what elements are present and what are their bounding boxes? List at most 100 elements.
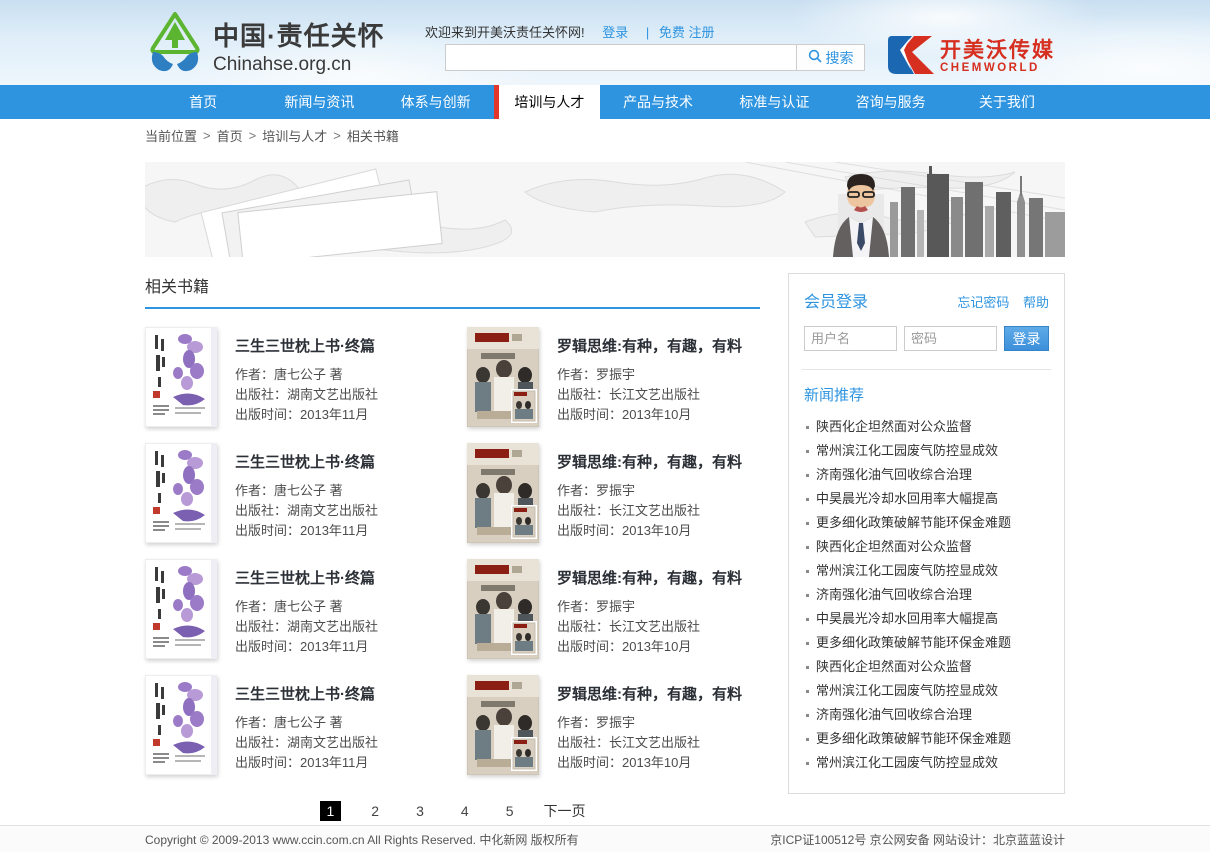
news-item[interactable]: 济南强化油气回收综合治理 xyxy=(804,583,1049,607)
book-cover-image[interactable] xyxy=(467,675,539,775)
book-title[interactable]: 罗辑思维:有种，有趣，有料 xyxy=(557,683,742,704)
book-item: 三生三世枕上书·终篇 作者：唐七公子 著 出版社：湖南文艺出版社 出版时间：20… xyxy=(145,327,467,427)
breadcrumb-training[interactable]: 培训与人才 xyxy=(262,126,327,145)
news-item[interactable]: 陕西化企坦然面对公众监督 xyxy=(804,415,1049,439)
book-date: 出版时间：2013年10月 xyxy=(557,405,742,425)
link-separator: | xyxy=(646,25,649,40)
pagination: 1 2 3 4 5 下一页 xyxy=(145,801,760,821)
news-item[interactable]: 陕西化企坦然面对公众监督 xyxy=(804,655,1049,679)
chemworld-logo[interactable]: 开美沃传媒 CHEMWORLD xyxy=(888,36,1055,79)
book-title[interactable]: 罗辑思维:有种，有趣，有料 xyxy=(557,451,742,472)
news-item[interactable]: 常州滨江化工园废气防控显成效 xyxy=(804,679,1049,703)
breadcrumb-books[interactable]: 相关书籍 xyxy=(347,126,399,145)
breadcrumb: 当前位置 > 首页 > 培训与人才 > 相关书籍 xyxy=(145,119,1065,152)
login-button[interactable]: 登录 xyxy=(1004,326,1049,351)
book-cover-image[interactable] xyxy=(467,327,539,427)
nav-item-standards[interactable]: 标准与认证 xyxy=(716,85,832,119)
site-logo[interactable]: 中国·责任关怀 Chinahse.org.cn xyxy=(147,12,385,79)
bullet-icon xyxy=(806,666,809,669)
book-item: 罗辑思维:有种，有趣，有料 作者：罗振宇 出版社：长江文艺出版社 出版时间：20… xyxy=(467,559,760,659)
book-cover-image[interactable] xyxy=(145,675,217,775)
book-title[interactable]: 罗辑思维:有种，有趣，有料 xyxy=(557,567,742,588)
forgot-password-link[interactable]: 忘记密码 xyxy=(957,295,1009,310)
nav-item-products[interactable]: 产品与技术 xyxy=(600,85,716,119)
page-5[interactable]: 5 xyxy=(499,801,521,821)
nav-item-news[interactable]: 新闻与资讯 xyxy=(261,85,377,119)
nav-item-training-active[interactable]: 培训与人才 xyxy=(494,85,600,119)
book-title[interactable]: 罗辑思维:有种，有趣，有料 xyxy=(557,335,742,356)
top-header: 中国·责任关怀 Chinahse.org.cn 欢迎来到开美沃责任关怀网! 登录… xyxy=(0,0,1210,85)
section-title: 相关书籍 xyxy=(145,273,760,307)
page-3[interactable]: 3 xyxy=(409,801,431,821)
news-item[interactable]: 常州滨江化工园废气防控显成效 xyxy=(804,439,1049,463)
book-publisher: 出版社：长江文艺出版社 xyxy=(557,501,742,521)
search-input[interactable] xyxy=(445,44,797,71)
book-date: 出版时间：2013年11月 xyxy=(235,405,378,425)
bullet-icon xyxy=(806,714,809,717)
book-author: 作者：罗振宇 xyxy=(557,365,742,385)
news-recommend-title: 新闻推荐 xyxy=(804,384,1049,405)
chemworld-name: 开美沃传媒 xyxy=(940,40,1055,61)
next-page-button[interactable]: 下一页 xyxy=(543,801,585,821)
news-item[interactable]: 更多细化政策破解节能环保金难题 xyxy=(804,631,1049,655)
welcome-text: 欢迎来到开美沃责任关怀网! xyxy=(425,25,585,40)
nav-item-consulting[interactable]: 咨询与服务 xyxy=(832,85,948,119)
book-title[interactable]: 三生三世枕上书·终篇 xyxy=(235,683,378,704)
book-item: 三生三世枕上书·终篇 作者：唐七公子 著 出版社：湖南文艺出版社 出版时间：20… xyxy=(145,443,467,543)
book-publisher: 出版社：长江文艺出版社 xyxy=(557,385,742,405)
book-date: 出版时间：2013年10月 xyxy=(557,521,742,541)
book-author: 作者：唐七公子 著 xyxy=(235,365,378,385)
help-link[interactable]: 帮助 xyxy=(1023,295,1049,310)
news-item[interactable]: 济南强化油气回收综合治理 xyxy=(804,463,1049,487)
main-nav: 首页 新闻与资讯 体系与创新 培训与人才 产品与技术 标准与认证 咨询与服务 关… xyxy=(0,85,1210,119)
news-item[interactable]: 常州滨江化工园废气防控显成效 xyxy=(804,559,1049,583)
book-publisher: 出版社：湖南文艺出版社 xyxy=(235,385,378,405)
page-1-active[interactable]: 1 xyxy=(320,801,342,821)
nav-item-home[interactable]: 首页 xyxy=(145,85,261,119)
bullet-icon xyxy=(806,474,809,477)
book-date: 出版时间：2013年10月 xyxy=(557,753,742,773)
news-item[interactable]: 中昊晨光冷却水回用率大幅提高 xyxy=(804,607,1049,631)
book-author: 作者：唐七公子 著 xyxy=(235,713,378,733)
book-title[interactable]: 三生三世枕上书·终篇 xyxy=(235,451,378,472)
news-item[interactable]: 常州滨江化工园废气防控显成效 xyxy=(804,751,1049,775)
breadcrumb-home[interactable]: 首页 xyxy=(217,126,243,145)
book-publisher: 出版社：湖南文艺出版社 xyxy=(235,501,378,521)
news-item[interactable]: 陕西化企坦然面对公众监督 xyxy=(804,535,1049,559)
book-title[interactable]: 三生三世枕上书·终篇 xyxy=(235,335,378,356)
sidebar-divider xyxy=(802,369,1051,370)
nav-item-about[interactable]: 关于我们 xyxy=(949,85,1065,119)
book-date: 出版时间：2013年11月 xyxy=(235,753,378,773)
book-cover-image[interactable] xyxy=(145,327,217,427)
book-cover-image[interactable] xyxy=(467,559,539,659)
news-item[interactable]: 济南强化油气回收综合治理 xyxy=(804,703,1049,727)
book-title[interactable]: 三生三世枕上书·终篇 xyxy=(235,567,378,588)
bullet-icon xyxy=(806,618,809,621)
news-item[interactable]: 更多细化政策破解节能环保金难题 xyxy=(804,727,1049,751)
bullet-icon xyxy=(806,642,809,645)
login-link[interactable]: 登录 xyxy=(602,25,628,40)
page-2[interactable]: 2 xyxy=(364,801,386,821)
search-button[interactable]: 搜索 xyxy=(797,44,865,71)
book-author: 作者：唐七公子 著 xyxy=(235,597,378,617)
site-logo-icon xyxy=(147,12,203,79)
nav-item-system[interactable]: 体系与创新 xyxy=(378,85,494,119)
news-item[interactable]: 更多细化政策破解节能环保金难题 xyxy=(804,511,1049,535)
book-item: 罗辑思维:有种，有趣，有料 作者：罗振宇 出版社：长江文艺出版社 出版时间：20… xyxy=(467,443,760,543)
page-4[interactable]: 4 xyxy=(454,801,476,821)
news-item[interactable]: 中昊晨光冷却水回用率大幅提高 xyxy=(804,487,1049,511)
book-date: 出版时间：2013年11月 xyxy=(235,637,378,657)
password-field[interactable] xyxy=(904,326,997,351)
icp-text: 京ICP证100512号 京公网安备 网站设计：北京蓝蓝设计 xyxy=(770,831,1065,848)
chemworld-sub: CHEMWORLD xyxy=(940,63,1055,75)
book-publisher: 出版社：长江文艺出版社 xyxy=(557,617,742,637)
book-cover-image[interactable] xyxy=(467,443,539,543)
book-item: 三生三世枕上书·终篇 作者：唐七公子 著 出版社：湖南文艺出版社 出版时间：20… xyxy=(145,559,467,659)
search-icon xyxy=(808,49,822,66)
register-link[interactable]: 免费 注册 xyxy=(659,25,715,40)
book-author: 作者：唐七公子 著 xyxy=(235,481,378,501)
book-cover-image[interactable] xyxy=(145,443,217,543)
book-author: 作者：罗振宇 xyxy=(557,481,742,501)
book-cover-image[interactable] xyxy=(145,559,217,659)
username-field[interactable] xyxy=(804,326,897,351)
